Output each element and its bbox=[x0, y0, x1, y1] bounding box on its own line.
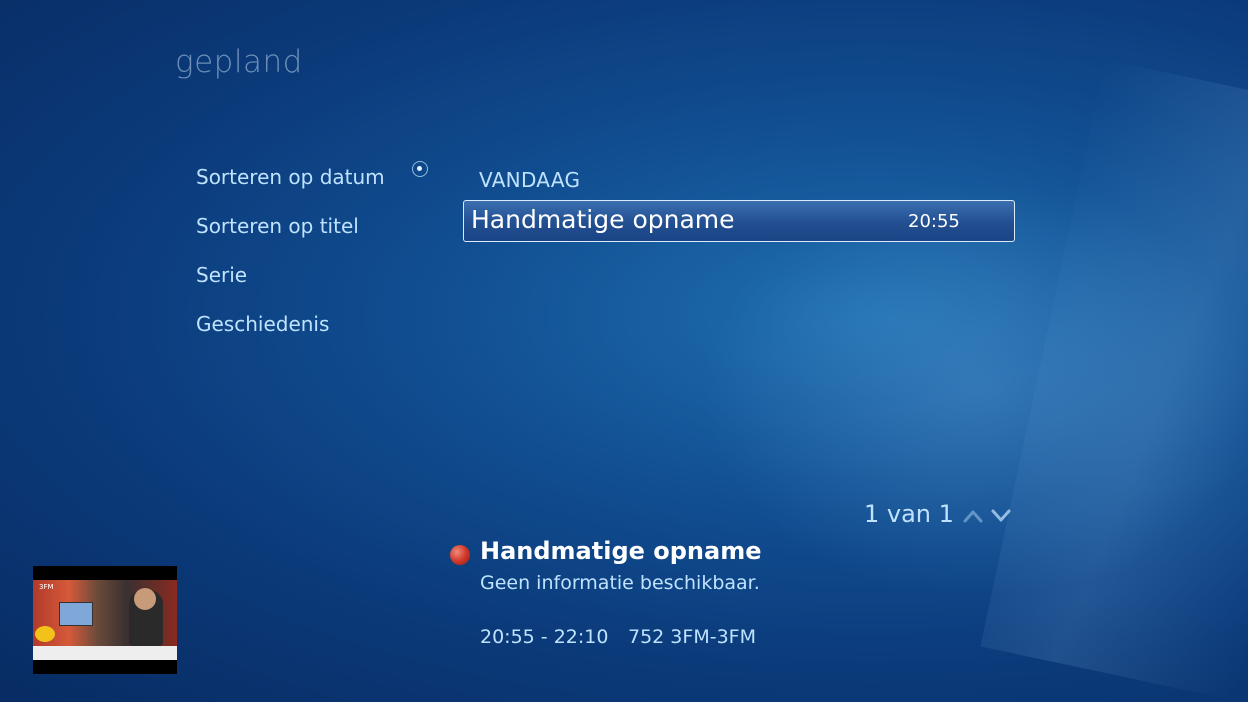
preview-duck bbox=[35, 626, 55, 642]
detail-title: Handmatige opname bbox=[480, 537, 762, 565]
preview-monitor bbox=[59, 602, 93, 626]
detail-description: Geen informatie beschikbaar. bbox=[480, 572, 760, 594]
chevron-down-icon[interactable] bbox=[990, 506, 1012, 526]
background-glow bbox=[700, 180, 1248, 600]
detail-time-range: 20:55 - 22:10 bbox=[480, 626, 609, 648]
series-item[interactable]: Serie bbox=[196, 250, 385, 299]
live-tv-preview[interactable]: 3FM bbox=[33, 566, 177, 674]
recording-title: Handmatige opname bbox=[471, 205, 735, 234]
page-indicator: 1 van 1 bbox=[864, 500, 954, 528]
history-item[interactable]: Geschiedenis bbox=[196, 299, 385, 348]
chevron-up-icon[interactable] bbox=[962, 506, 984, 526]
detail-channel: 752 3FM-3FM bbox=[628, 626, 756, 648]
preview-channel-logo: 3FM bbox=[39, 583, 54, 591]
sort-by-title-item[interactable]: Sorteren op titel bbox=[196, 201, 385, 250]
recording-row[interactable]: Handmatige opname 20:55 bbox=[463, 200, 1015, 242]
recording-time: 20:55 bbox=[908, 211, 960, 232]
background-light-streak bbox=[980, 59, 1248, 701]
preview-person-head bbox=[134, 588, 156, 610]
group-header-today: VANDAAG bbox=[479, 168, 581, 192]
sort-menu: Sorteren op datum Sorteren op titel Seri… bbox=[196, 152, 385, 348]
preview-ticker bbox=[33, 646, 177, 660]
sort-by-date-item[interactable]: Sorteren op datum bbox=[196, 152, 385, 201]
page-title: gepland bbox=[175, 44, 303, 80]
record-dot-icon bbox=[450, 545, 470, 565]
radio-selected-icon bbox=[412, 161, 428, 177]
